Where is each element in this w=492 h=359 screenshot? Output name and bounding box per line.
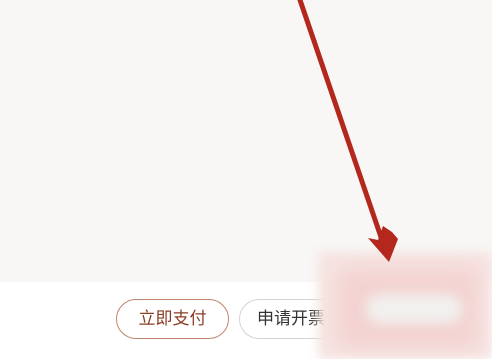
blurred-button[interactable] xyxy=(366,294,462,324)
pay-now-button[interactable]: 立即支付 xyxy=(116,299,229,339)
content-area xyxy=(0,0,492,282)
